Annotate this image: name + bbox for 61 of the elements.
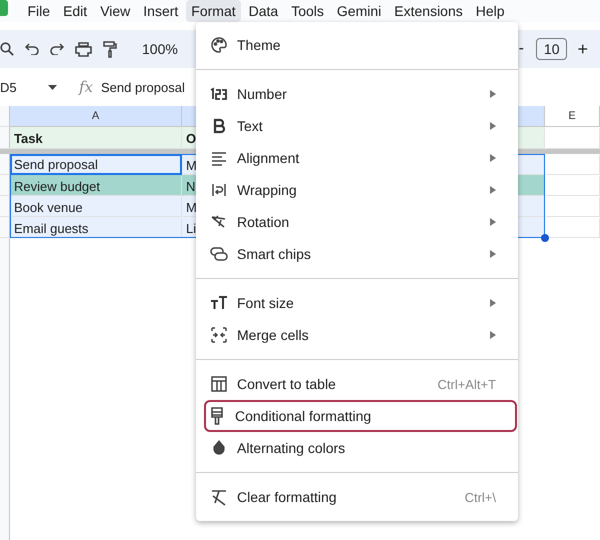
menu-option[interactable]: Conditional formatting	[204, 400, 517, 432]
menu-item[interactable]: Help	[470, 0, 510, 22]
row-header[interactable]	[0, 106, 10, 127]
column-header[interactable]: A	[10, 106, 182, 127]
redo-icon[interactable]	[50, 43, 64, 55]
chip-icon	[210, 245, 228, 263]
row-header[interactable]	[0, 217, 10, 238]
table-cell	[545, 175, 600, 196]
logo-icon[interactable]	[0, 0, 8, 16]
row-header[interactable]	[0, 127, 10, 149]
wrap-icon	[210, 181, 228, 199]
column-header[interactable]: E	[545, 106, 600, 127]
row-header[interactable]	[0, 196, 10, 217]
font-size-icon	[210, 294, 228, 312]
palette-icon	[210, 36, 228, 54]
menu-item[interactable]: Gemini	[331, 0, 387, 22]
menu-item[interactable]: Edit	[58, 0, 93, 22]
menu-option[interactable]: Convert to table Ctrl+Alt+T	[196, 368, 518, 400]
menu-item[interactable]: Format	[186, 0, 242, 22]
menu-item[interactable]: View	[94, 0, 136, 22]
table-cell: Review budget	[10, 175, 182, 196]
caret-icon[interactable]	[48, 84, 57, 90]
menu-item[interactable]: File	[22, 0, 56, 22]
name-box[interactable]: D5	[0, 80, 48, 94]
font-size-field[interactable]: 10	[536, 38, 568, 60]
decrease-font-size-button[interactable]: -	[518, 40, 524, 58]
increase-font-size-button[interactable]: +	[577, 38, 588, 60]
table-cell	[545, 196, 600, 217]
row-header[interactable]	[0, 154, 10, 175]
undo-icon[interactable]	[25, 43, 39, 55]
table-cell: Send proposal	[10, 154, 182, 175]
menu-item[interactable]: Tools	[286, 0, 330, 22]
table-cell: Book venue	[10, 196, 182, 217]
merge-icon	[210, 326, 228, 344]
row-header[interactable]	[0, 175, 10, 196]
menu-item[interactable]: Insert	[138, 0, 184, 22]
menu-option[interactable]: Alternating colors	[196, 432, 518, 464]
row-header[interactable]	[0, 238, 10, 540]
paint-roller-icon	[208, 407, 226, 425]
formula-field[interactable]: Send proposal	[101, 80, 185, 94]
table-cell: Email guests	[10, 217, 182, 238]
menu-option[interactable]: Clear formatting Ctrl+\	[196, 481, 518, 513]
menu-item[interactable]: Extensions	[388, 0, 468, 22]
menu-item[interactable]: Data	[243, 0, 284, 22]
table-cell: Task	[10, 127, 182, 149]
selection-handle[interactable]	[541, 234, 549, 242]
print-icon[interactable]	[75, 42, 92, 56]
menu-option[interactable]: Smart chips	[196, 238, 518, 270]
table-icon	[210, 375, 228, 393]
table-cell	[545, 154, 600, 175]
menu-option[interactable]: Theme	[196, 29, 518, 61]
paint-format-icon[interactable]	[103, 40, 117, 58]
search-icon[interactable]	[0, 42, 14, 56]
zoom-dropdown[interactable]: 100%	[142, 41, 178, 57]
number-format-icon	[210, 85, 228, 103]
clear-format-icon	[210, 488, 228, 506]
menu-option[interactable]: Number	[196, 78, 518, 110]
menu-option[interactable]: Font size	[196, 287, 518, 319]
menu-option[interactable]: Merge cells	[196, 319, 518, 351]
table-cell	[545, 127, 600, 149]
function-label: fx	[79, 78, 94, 96]
